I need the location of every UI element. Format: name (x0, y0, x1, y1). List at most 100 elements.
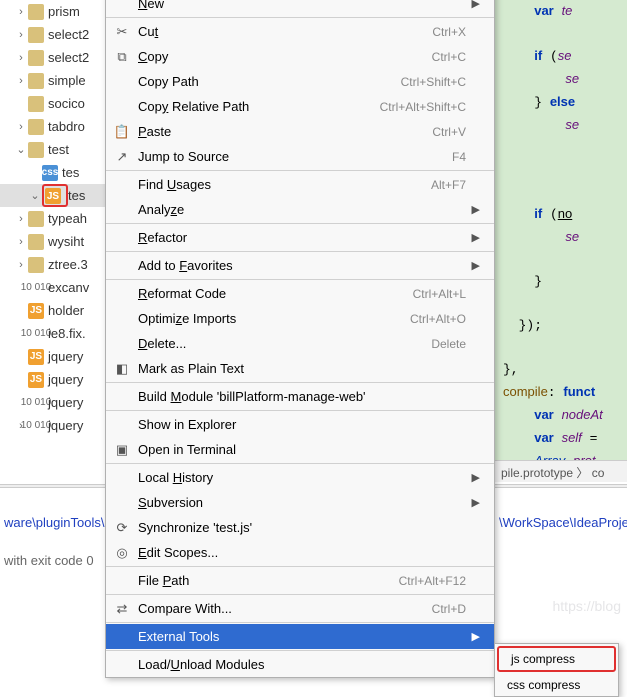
menu-item-cut[interactable]: ✂CutCtrl+X (106, 19, 494, 44)
menu-item-label: Copy Path (134, 74, 401, 89)
menu-separator (106, 622, 494, 623)
tree-item-ztree.3[interactable]: ›ztree.3 (0, 253, 105, 276)
tree-item-socico[interactable]: socico (0, 92, 105, 115)
tree-item-ie8.fix.[interactable]: 10 010ie8.fix. (0, 322, 105, 345)
tree-item-holder[interactable]: JSholder (0, 299, 105, 322)
chevron-icon[interactable]: ⌄ (28, 189, 42, 202)
folder-icon (28, 50, 44, 66)
tree-item-label: jquery (48, 349, 83, 364)
folder-icon (28, 211, 44, 227)
menu-item-label: Subversion (134, 495, 466, 510)
menu-item-label: Synchronize 'test.js' (134, 520, 466, 535)
tree-item-label: tes (68, 188, 85, 203)
menu-item-label: Local History (134, 470, 466, 485)
menu-separator (106, 251, 494, 252)
tree-item-tes[interactable]: csstes (0, 161, 105, 184)
tree-item-tes[interactable]: ⌄JStes (0, 184, 105, 207)
tree-item-jquery[interactable]: JSjquery (0, 368, 105, 391)
menu-item-analyze[interactable]: Analyze▶ (106, 197, 494, 222)
bin-icon: 10 010 (28, 280, 44, 296)
chevron-icon[interactable]: › (14, 213, 28, 225)
tree-item-label: select2 (48, 50, 89, 65)
submenu-item-label: css compress (503, 678, 610, 692)
menu-item-subversion[interactable]: Subversion▶ (106, 490, 494, 515)
submenu-arrow-icon: ▶ (466, 259, 480, 272)
menu-item-shortcut: Delete (431, 337, 466, 351)
menu-item-label: Open in Terminal (134, 442, 466, 457)
tree-item-excanv[interactable]: 10 010excanv (0, 276, 105, 299)
tree-item-jquery[interactable]: JSjquery (0, 345, 105, 368)
chevron-icon[interactable]: › (14, 52, 28, 64)
submenu-item-css-compress[interactable]: css compress (495, 674, 618, 696)
tree-item-tabdro[interactable]: ›tabdro (0, 115, 105, 138)
code-editor[interactable]: var te if (se se } else se if (no se } }… (495, 0, 627, 480)
tree-item-simple[interactable]: ›simple (0, 69, 105, 92)
menu-item-optimize-imports[interactable]: Optimize ImportsCtrl+Alt+O (106, 306, 494, 331)
menu-item-add-to-favorites[interactable]: Add to Favorites▶ (106, 253, 494, 278)
tree-item-test[interactable]: ⌄test (0, 138, 105, 161)
menu-item-icon: ✂ (110, 24, 134, 40)
menu-item-label: Optimize Imports (134, 311, 410, 326)
menu-item-external-tools[interactable]: External Tools▶ (106, 624, 494, 649)
tree-item-jquery[interactable]: 10 010jquery (0, 391, 105, 414)
menu-item-open-in-terminal[interactable]: ▣Open in Terminal (106, 437, 494, 462)
chevron-icon[interactable]: › (14, 29, 28, 41)
context-menu[interactable]: New▶ ✂CutCtrl+X⧉CopyCtrl+CCopy PathCtrl+S… (105, 0, 495, 678)
menu-item-shortcut: Ctrl+C (432, 50, 466, 64)
submenu-item-js-compress[interactable]: js compress (499, 648, 614, 670)
folder-icon (28, 27, 44, 43)
menu-separator (106, 382, 494, 383)
bin-icon: 10 010 (28, 395, 44, 411)
tree-item-wysiht[interactable]: ›wysiht (0, 230, 105, 253)
menu-item-shortcut: Ctrl+Alt+Shift+C (380, 100, 466, 114)
menu-item-edit-scopes[interactable]: ◎Edit Scopes... (106, 540, 494, 565)
tree-item-label: tes (62, 165, 79, 180)
tree-item-select2[interactable]: › select2 (0, 23, 105, 46)
chevron-icon[interactable]: › (14, 6, 28, 18)
tree-item-prism[interactable]: ›prism (0, 0, 105, 23)
menu-item-compare-with[interactable]: ⇄Compare With...Ctrl+D (106, 596, 494, 621)
chevron-icon[interactable]: › (14, 121, 28, 133)
menu-item-refactor[interactable]: Refactor▶ (106, 225, 494, 250)
menu-item-copy-relative-path[interactable]: Copy Relative PathCtrl+Alt+Shift+C (106, 94, 494, 119)
menu-item-synchronize-test-js[interactable]: ⟳Synchronize 'test.js' (106, 515, 494, 540)
bin-icon: 10 010 (28, 418, 44, 434)
menu-item-new[interactable]: New▶ (106, 0, 494, 16)
menu-item-label: External Tools (134, 629, 466, 644)
menu-item-shortcut: Ctrl+V (432, 125, 466, 139)
tree-item-typeah[interactable]: ›typeah (0, 207, 105, 230)
menu-item-label: Build Module 'billPlatform-manage-web' (134, 389, 466, 404)
css-icon: css (42, 165, 58, 181)
menu-item-mark-as-plain-text[interactable]: ◧Mark as Plain Text (106, 356, 494, 381)
tree-item-label: select2 (48, 27, 89, 42)
menu-item-reformat-code[interactable]: Reformat CodeCtrl+Alt+L (106, 281, 494, 306)
menu-item-load-unload-modules[interactable]: Load/Unload Modules (106, 652, 494, 677)
chevron-icon[interactable]: › (14, 75, 28, 87)
menu-item-find-usages[interactable]: Find UsagesAlt+F7 (106, 172, 494, 197)
menu-item-shortcut: F4 (452, 150, 466, 164)
menu-item-file-path[interactable]: File PathCtrl+Alt+F12 (106, 568, 494, 593)
menu-item-delete[interactable]: Delete...Delete (106, 331, 494, 356)
menu-item-icon: ⧉ (110, 49, 134, 65)
menu-item-shortcut: Ctrl+Alt+L (413, 287, 466, 301)
menu-item-icon: ⟳ (110, 520, 134, 536)
menu-item-label: Compare With... (134, 601, 432, 616)
menu-item-show-in-explorer[interactable]: Show in Explorer (106, 412, 494, 437)
project-tree[interactable]: ›prism›select2›select2›simplesocico›tabd… (0, 0, 105, 437)
menu-item-copy[interactable]: ⧉CopyCtrl+C (106, 44, 494, 69)
tree-item-select2[interactable]: › select2 (0, 46, 105, 69)
external-tools-submenu[interactable]: js compress css compress (494, 643, 619, 697)
menu-item-label: Jump to Source (134, 149, 452, 164)
menu-item-local-history[interactable]: Local History▶ (106, 465, 494, 490)
submenu-item-label: js compress (507, 652, 606, 666)
tree-item-jquery[interactable]: ›10 010jquery (0, 414, 105, 437)
chevron-icon[interactable]: › (14, 259, 28, 271)
breadcrumb[interactable]: pile.prototype 〉 co (495, 460, 627, 482)
menu-item-jump-to-source[interactable]: ↗Jump to SourceF4 (106, 144, 494, 169)
menu-item-label: Show in Explorer (134, 417, 466, 432)
chevron-icon[interactable]: ⌄ (14, 143, 28, 156)
menu-item-paste[interactable]: 📋PasteCtrl+V (106, 119, 494, 144)
chevron-icon[interactable]: › (14, 236, 28, 248)
menu-item-copy-path[interactable]: Copy PathCtrl+Shift+C (106, 69, 494, 94)
menu-item-build-module-billplatform-manage-web[interactable]: Build Module 'billPlatform-manage-web' (106, 384, 494, 409)
